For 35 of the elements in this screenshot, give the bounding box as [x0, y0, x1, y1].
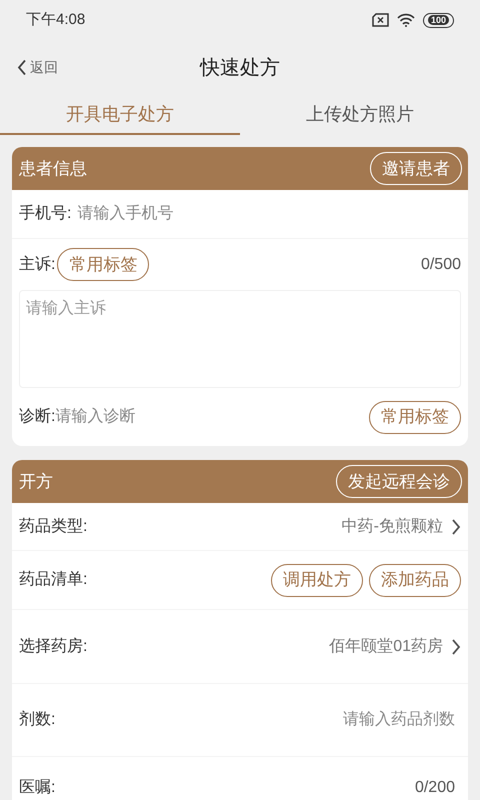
field-label: 剂数:	[19, 710, 56, 730]
diagnosis-field[interactable]: 请输入诊断	[55, 405, 369, 429]
complaint-field[interactable]: 请输入主诉	[19, 290, 461, 388]
char-counter: 0/500	[420, 254, 461, 274]
invite-button[interactable]: 邀请患者	[370, 152, 462, 185]
field-label: 药品类型:	[19, 516, 88, 536]
field-label: 药品清单:	[19, 570, 88, 590]
wifi-icon	[396, 13, 415, 27]
count-field[interactable]: 请输入药品剂数	[55, 708, 461, 732]
chevron-left-icon	[17, 59, 27, 76]
battery-icon: 100	[428, 15, 449, 25]
chevron-right-icon	[451, 518, 461, 536]
char-counter: 0/200	[414, 778, 455, 798]
tag-button[interactable]: 常用标签	[57, 248, 150, 281]
tab[interactable]: 开具电子处方	[0, 95, 240, 135]
back-button[interactable]: 返回	[17, 57, 58, 78]
chevron-right-icon	[451, 638, 461, 656]
sim-icon	[372, 13, 389, 27]
select-field[interactable]: 佰年颐堂01药房	[329, 634, 461, 658]
status-time: 下午4:08	[26, 10, 86, 30]
field-label: 医嘱:	[19, 778, 56, 798]
consult-button[interactable]: 发起远程会诊	[336, 465, 462, 498]
field-label: 诊断:	[19, 406, 56, 427]
phone-field[interactable]: 请输入手机号	[77, 202, 461, 226]
tag-button[interactable]: 常用标签	[369, 400, 461, 434]
field-label: 选择药房:	[19, 636, 88, 656]
field-label: 手机号:	[19, 204, 72, 224]
select-field[interactable]: 中药-免煎颗粒	[342, 514, 461, 538]
action-button[interactable]: 添加药品	[369, 564, 461, 596]
card-title: 开方	[19, 470, 53, 493]
action-button[interactable]: 调用处方	[271, 564, 363, 596]
card-title: 患者信息	[19, 158, 87, 180]
field-label: 主诉:	[19, 254, 56, 274]
page-title: 快速处方	[200, 56, 280, 80]
tab[interactable]: 上传处方照片	[240, 95, 480, 135]
